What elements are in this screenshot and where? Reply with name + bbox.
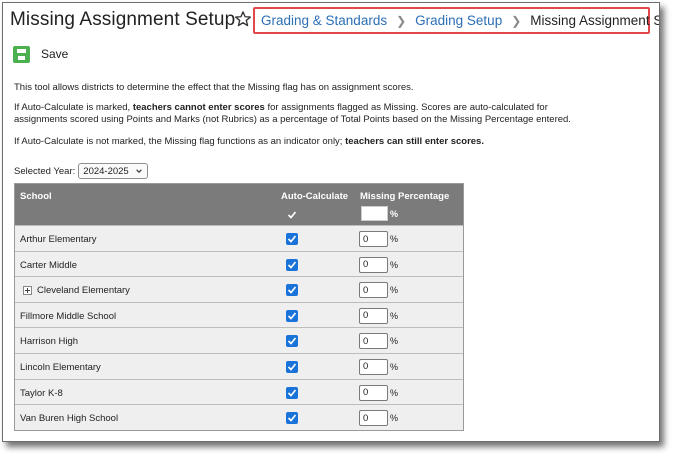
year-value: 2024-2025 xyxy=(83,165,129,177)
auto-calculate-checkbox[interactable] xyxy=(286,360,298,373)
table-row: Harrison High% xyxy=(15,327,463,353)
school-cell: Taylor K-8 xyxy=(20,388,63,399)
table-row: Lincoln Elementary% xyxy=(15,352,463,379)
school-name: Taylor K-8 xyxy=(20,387,63,399)
school-cell: Fillmore Middle School xyxy=(20,311,116,322)
table-row: Arthur Elementary% xyxy=(15,225,463,251)
table-row: Van Buren High School% xyxy=(15,404,463,430)
year-dropdown[interactable]: 2024-2025 xyxy=(78,163,148,179)
school-cell: Van Buren High School xyxy=(20,413,118,424)
school-name: Carter Middle xyxy=(20,259,78,271)
year-selector: Selected Year: 2024-2025 xyxy=(14,162,148,180)
table-row: Carter Middle% xyxy=(15,250,463,277)
page-title: Missing Assignment Setup xyxy=(10,9,236,30)
missing-percentage-input[interactable] xyxy=(359,333,388,350)
missing-percentage-input[interactable] xyxy=(359,282,388,299)
year-label: Selected Year: xyxy=(14,165,76,177)
percent-sign: % xyxy=(390,234,399,244)
save-label: Save xyxy=(41,47,69,61)
description-indicator: If Auto-Calculate is not marked, the Mis… xyxy=(14,136,484,147)
school-cell: Lincoln Elementary xyxy=(20,362,101,373)
school-name: Arthur Elementary xyxy=(20,234,97,245)
missing-percentage-input[interactable] xyxy=(359,256,388,273)
missing-setup-table: School Auto-Calculate Missing Percentage… xyxy=(14,183,464,431)
auto-calculate-checkbox[interactable] xyxy=(286,284,298,297)
description-intro: This tool allows districts to determine … xyxy=(14,82,414,93)
missing-percentage-input[interactable] xyxy=(359,384,388,401)
column-header-missing-percentage: Missing Percentage xyxy=(360,191,450,202)
school-cell: Harrison High xyxy=(20,336,78,347)
table-body: Arthur Elementary%Carter Middle%Clevelan… xyxy=(15,225,463,430)
percent-sign: % xyxy=(390,285,399,296)
school-cell: Cleveland Elementary xyxy=(20,285,130,296)
chevron-right-icon: ❯ xyxy=(511,13,522,28)
floppy-disk-icon xyxy=(13,45,30,63)
breadcrumb-link-grading-setup[interactable]: Grading Setup xyxy=(415,13,502,28)
percent-sign: % xyxy=(390,259,399,270)
column-header-auto-calculate: Auto-Calculate xyxy=(281,191,349,202)
missing-percentage-input[interactable] xyxy=(359,358,388,375)
school-cell: Carter Middle xyxy=(20,260,77,271)
school-name: Lincoln Elementary xyxy=(20,361,101,373)
school-name: Harrison High xyxy=(20,336,79,348)
auto-calculate-checkbox[interactable] xyxy=(286,386,298,399)
table-row: Cleveland Elementary% xyxy=(15,276,463,302)
expand-plus-icon[interactable] xyxy=(23,286,32,296)
description-auto-calculate: If Auto-Calculate is marked, teachers ca… xyxy=(14,102,571,125)
percent-sign: % xyxy=(390,310,399,321)
missing-percentage-input[interactable] xyxy=(359,307,388,324)
chevron-down-icon xyxy=(135,169,142,173)
school-name: Cleveland Elementary xyxy=(37,285,130,297)
breadcrumb-current: Missing Assignment Setup xyxy=(530,13,659,28)
auto-calculate-checkbox[interactable] xyxy=(286,233,298,245)
school-name: Van Buren High School xyxy=(20,413,119,425)
table-header: School Auto-Calculate Missing Percentage… xyxy=(15,184,463,225)
app-window: Missing Assignment Setup Grading & Stand… xyxy=(2,2,660,442)
auto-calculate-checkbox[interactable] xyxy=(286,309,298,322)
auto-calculate-checkbox[interactable] xyxy=(286,412,298,425)
school-cell: Arthur Elementary xyxy=(20,234,97,245)
percent-sign: % xyxy=(390,209,399,219)
table-row: Fillmore Middle School% xyxy=(15,301,463,328)
percent-sign: % xyxy=(390,413,399,424)
percent-sign: % xyxy=(390,361,399,372)
auto-calculate-checkbox[interactable] xyxy=(286,335,298,348)
school-name: Fillmore Middle School xyxy=(20,310,117,322)
breadcrumb: Grading & Standards ❯ Grading Setup ❯ Mi… xyxy=(253,7,659,34)
chevron-right-icon: ❯ xyxy=(396,13,407,28)
all-missing-percentage-input[interactable] xyxy=(361,206,388,221)
column-header-school: School xyxy=(20,191,52,202)
table-row: Taylor K-8% xyxy=(15,378,463,405)
missing-percentage-input[interactable] xyxy=(359,410,388,427)
percent-sign: % xyxy=(390,336,399,347)
auto-calculate-checkbox[interactable] xyxy=(286,258,298,271)
percent-sign: % xyxy=(390,387,399,398)
breadcrumb-link-grading-standards[interactable]: Grading & Standards xyxy=(261,13,387,28)
page-header: Missing Assignment Setup Grading & Stand… xyxy=(3,3,659,37)
save-button[interactable]: Save xyxy=(13,44,68,64)
missing-percentage-input[interactable] xyxy=(359,231,388,247)
star-outline-icon[interactable] xyxy=(234,10,252,28)
